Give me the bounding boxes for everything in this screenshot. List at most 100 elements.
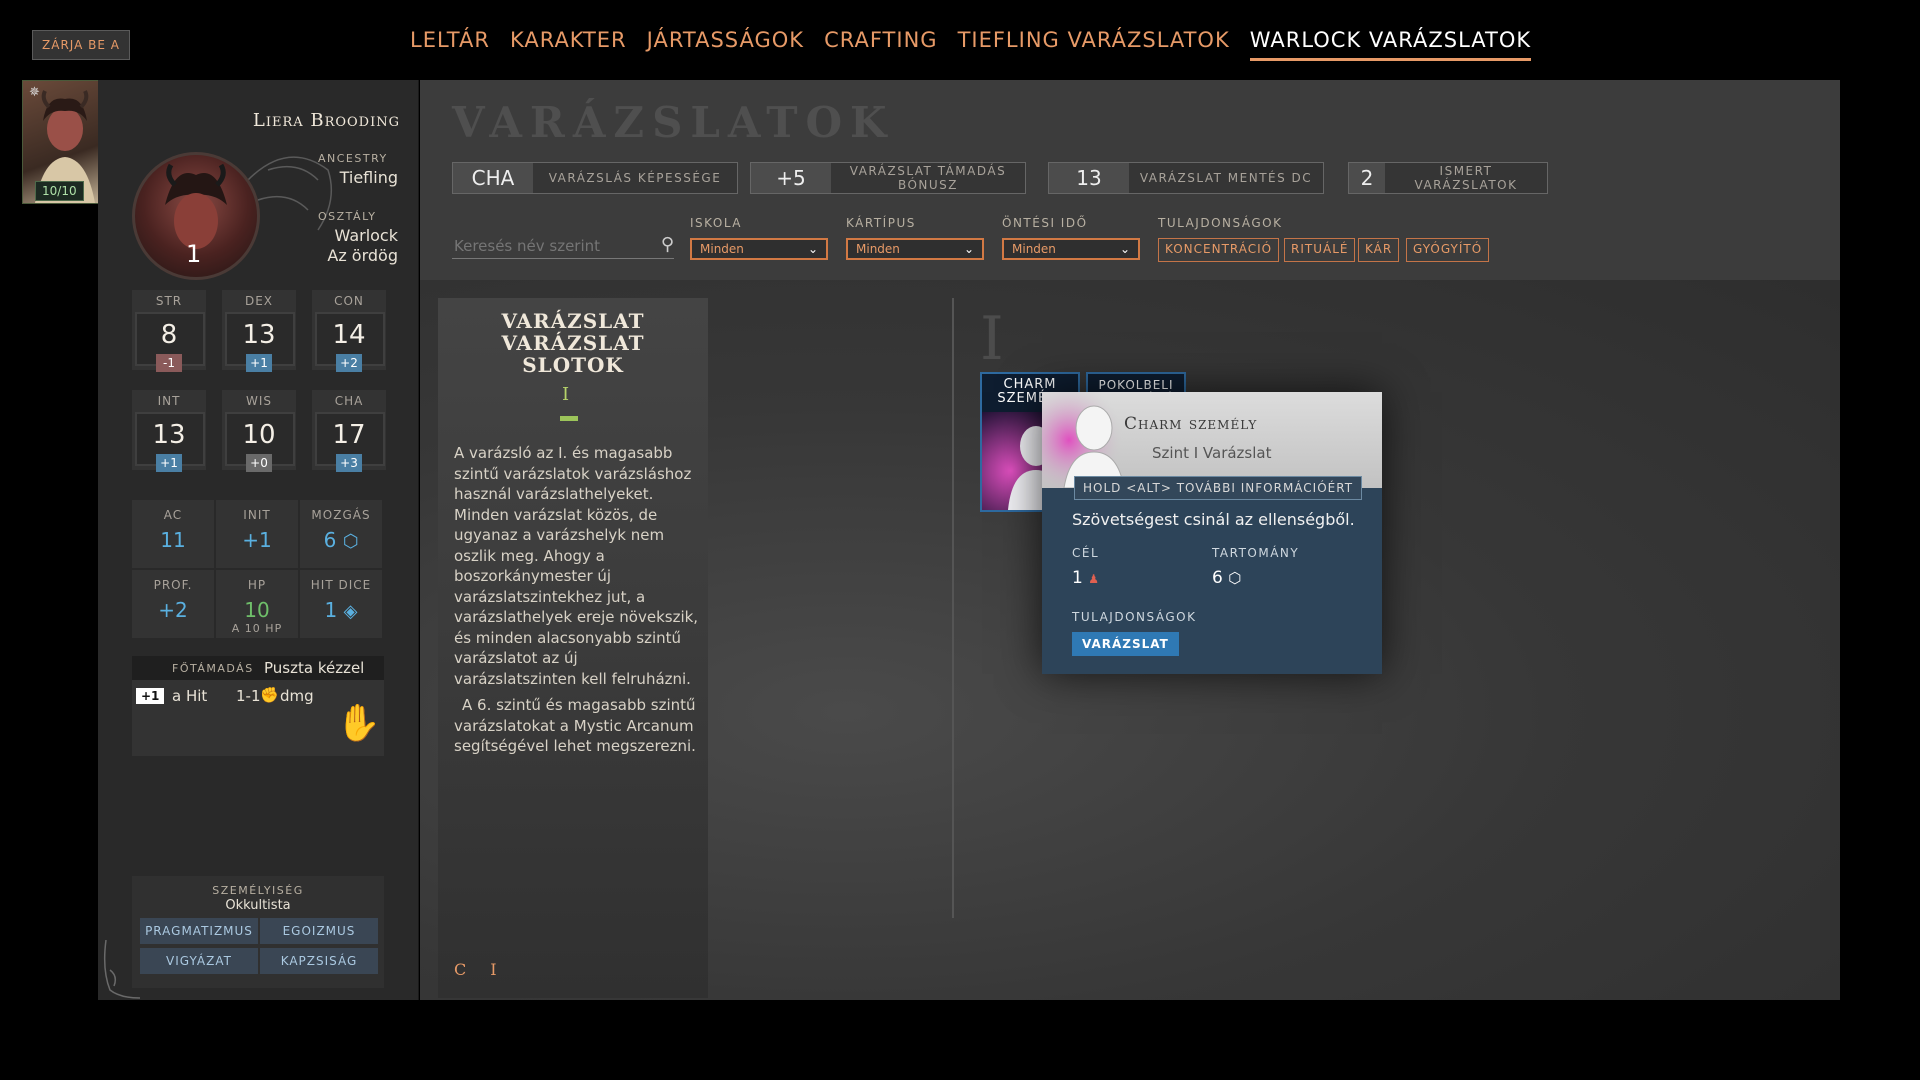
ability-dex[interactable]: DEX 13 +1 <box>222 290 296 372</box>
level-tabs: C I <box>454 960 497 979</box>
stat-initiative[interactable]: INIT +1 <box>216 500 298 568</box>
stat-value: 6 <box>323 528 337 552</box>
ability-value: 10 <box>242 420 276 450</box>
ancestry-value: Tiefling <box>339 168 398 187</box>
chevron-down-icon: ⌄ <box>1119 242 1130 256</box>
slot-pip <box>560 416 578 421</box>
tab-inventory[interactable]: LELTÁR <box>410 26 490 61</box>
statbar-known-spells: 2 ISMERT VARÁZSLATOK <box>1348 162 1548 194</box>
ability-value: 13 <box>242 320 276 350</box>
chip-healing[interactable]: GYÓGYÍTÓ <box>1406 238 1490 262</box>
tab-tiefling-spells[interactable]: TIEFLING VARÁZSLATOK <box>958 26 1230 61</box>
fist-icon: ✋ <box>336 703 381 744</box>
filter-school-dropdown[interactable]: Minden ⌄ <box>690 238 828 260</box>
stat-sub: A 10 HP <box>231 622 283 635</box>
statbar-value: 2 <box>1349 163 1385 193</box>
personality-value: Okkultista <box>225 898 291 913</box>
cube-icon: ⬡ <box>342 531 359 552</box>
filter-casttime-dropdown[interactable]: Minden ⌄ <box>1002 238 1140 260</box>
tooltip-spell-name: Charm személy <box>1124 414 1258 434</box>
chip-ritual[interactable]: RITUÁLÉ <box>1284 238 1356 262</box>
slots-paragraph: A 6. szintű és magasabb szintű varázslat… <box>454 696 696 755</box>
statbar-save-dc: 13 VARÁZSLAT MENTÉS DC <box>1048 162 1324 194</box>
stat-value: +2 <box>158 598 188 622</box>
dropdown-value: Minden <box>700 242 744 256</box>
chevron-down-icon: ⌄ <box>807 242 818 256</box>
filter-damage-dropdown[interactable]: Minden ⌄ <box>846 238 984 260</box>
main-attack[interactable]: FŐTÁMADÁS Puszta kézzel +1 a Hit 1-1 ✊ d… <box>132 656 384 756</box>
character-name: Liera Brooding <box>252 110 400 131</box>
tooltip-target-label: CÉL <box>1072 546 1100 560</box>
close-button[interactable]: ZÁRJA BE A <box>32 30 130 60</box>
subclass-name: Az ördög <box>327 246 398 265</box>
tab-skills[interactable]: JÁRTASSÁGOK <box>647 26 804 61</box>
stat-movement[interactable]: MOZGÁS 6 ⬡ <box>300 500 382 568</box>
stat-hit-dice[interactable]: HIT DICE 1 ◈ <box>300 570 382 638</box>
ability-int[interactable]: INT 13 +1 <box>132 390 206 472</box>
personality-tag[interactable]: EGOIZMUS <box>260 918 378 944</box>
tooltip-tag-spell: VARÁZSLAT <box>1072 632 1179 656</box>
personality-tag[interactable]: VIGYÁZAT <box>140 948 258 974</box>
ability-modifier: +2 <box>336 354 362 372</box>
ability-name: INT <box>157 394 181 408</box>
filter-label-casttime: ÖNTÉSI IDŐ <box>1002 216 1088 230</box>
ability-name: DEX <box>244 294 274 308</box>
party-portrait[interactable]: ✵ 10/10 <box>22 80 108 204</box>
class-value: Warlock Az ördög <box>298 226 398 266</box>
hit-bonus: +1 <box>136 688 165 704</box>
stat-name: INIT <box>243 508 271 522</box>
personality-label: SZEMÉLYISÉG <box>212 884 304 897</box>
top-tabs: LELTÁR KARAKTER JÁRTASSÁGOK CRAFTING TIE… <box>410 26 1532 61</box>
tooltip-spell-icon <box>1042 392 1132 488</box>
ability-cha[interactable]: CHA 17 +3 <box>312 390 386 472</box>
filter-label-damage: KÁRTÍPUS <box>846 216 916 230</box>
ability-name: WIS <box>245 394 273 408</box>
damage-label: dmg <box>280 687 314 705</box>
ability-value: 8 <box>160 320 178 350</box>
stat-name: MOZGÁS <box>311 508 371 522</box>
ability-value: 14 <box>332 320 366 350</box>
tab-level-1[interactable]: I <box>490 960 496 979</box>
ability-modifier: +1 <box>246 354 272 372</box>
search-input[interactable] <box>452 236 646 256</box>
chip-damage[interactable]: KÁR <box>1358 238 1400 262</box>
damage-icon: ✊ <box>260 686 279 704</box>
ability-value: 17 <box>332 420 366 450</box>
ability-name: STR <box>155 294 183 308</box>
tooltip-spell-level: Szint I Varázslat <box>1152 444 1272 462</box>
dropdown-value: Minden <box>856 242 900 256</box>
ability-modifier: +1 <box>156 454 182 472</box>
chevron-down-icon: ⌄ <box>963 242 974 256</box>
search-field[interactable]: ⚲ <box>452 234 674 259</box>
ability-wis[interactable]: WIS 10 +0 <box>222 390 296 472</box>
chip-concentration[interactable]: KONCENTRÁCIÓ <box>1158 238 1280 262</box>
stat-value: 11 <box>160 528 186 552</box>
gear-icon: ✵ <box>29 85 40 100</box>
ability-con[interactable]: CON 14 +2 <box>312 290 386 372</box>
ability-modifier: -1 <box>156 354 182 372</box>
stat-ac[interactable]: AC 11 <box>132 500 214 568</box>
spell-slots-panel: VARÁZSLAT VARÁZSLAT SLOTOK I A varázsló … <box>438 298 708 998</box>
tooltip-range-value: 6 ⬡ <box>1212 568 1241 588</box>
personality-tag[interactable]: KAPZSISÁG <box>260 948 378 974</box>
spell-level-heading: I <box>980 304 1004 374</box>
stat-name: HP <box>247 578 267 592</box>
statbar-value: 13 <box>1049 163 1129 193</box>
spells-panel: VARÁZSLATOK CHA VARÁZSLÁS KÉPESSÉGE +5 V… <box>420 80 1840 1000</box>
personality-tag[interactable]: PRAGMATIZMUS <box>140 918 258 944</box>
tab-warlock-spells[interactable]: WARLOCK VARÁZSLATOK <box>1249 26 1532 61</box>
statbar-value: CHA <box>453 163 533 193</box>
stat-name: HIT DICE <box>310 578 372 592</box>
stat-proficiency[interactable]: PROF. +2 <box>132 570 214 638</box>
ability-name: CHA <box>334 394 364 408</box>
stat-value: +1 <box>242 528 272 552</box>
tab-cantrips[interactable]: C <box>454 960 466 979</box>
d8-icon: ◈ <box>343 601 358 622</box>
tab-character[interactable]: KARAKTER <box>510 26 627 61</box>
ability-name: CON <box>334 294 364 308</box>
portrait-hp: 10/10 <box>35 181 84 201</box>
tab-crafting[interactable]: CRAFTING <box>824 26 937 61</box>
ability-str[interactable]: STR 8 -1 <box>132 290 206 372</box>
stat-hp[interactable]: HP 10 A 10 HP <box>216 570 298 638</box>
search-icon[interactable]: ⚲ <box>661 234 674 255</box>
